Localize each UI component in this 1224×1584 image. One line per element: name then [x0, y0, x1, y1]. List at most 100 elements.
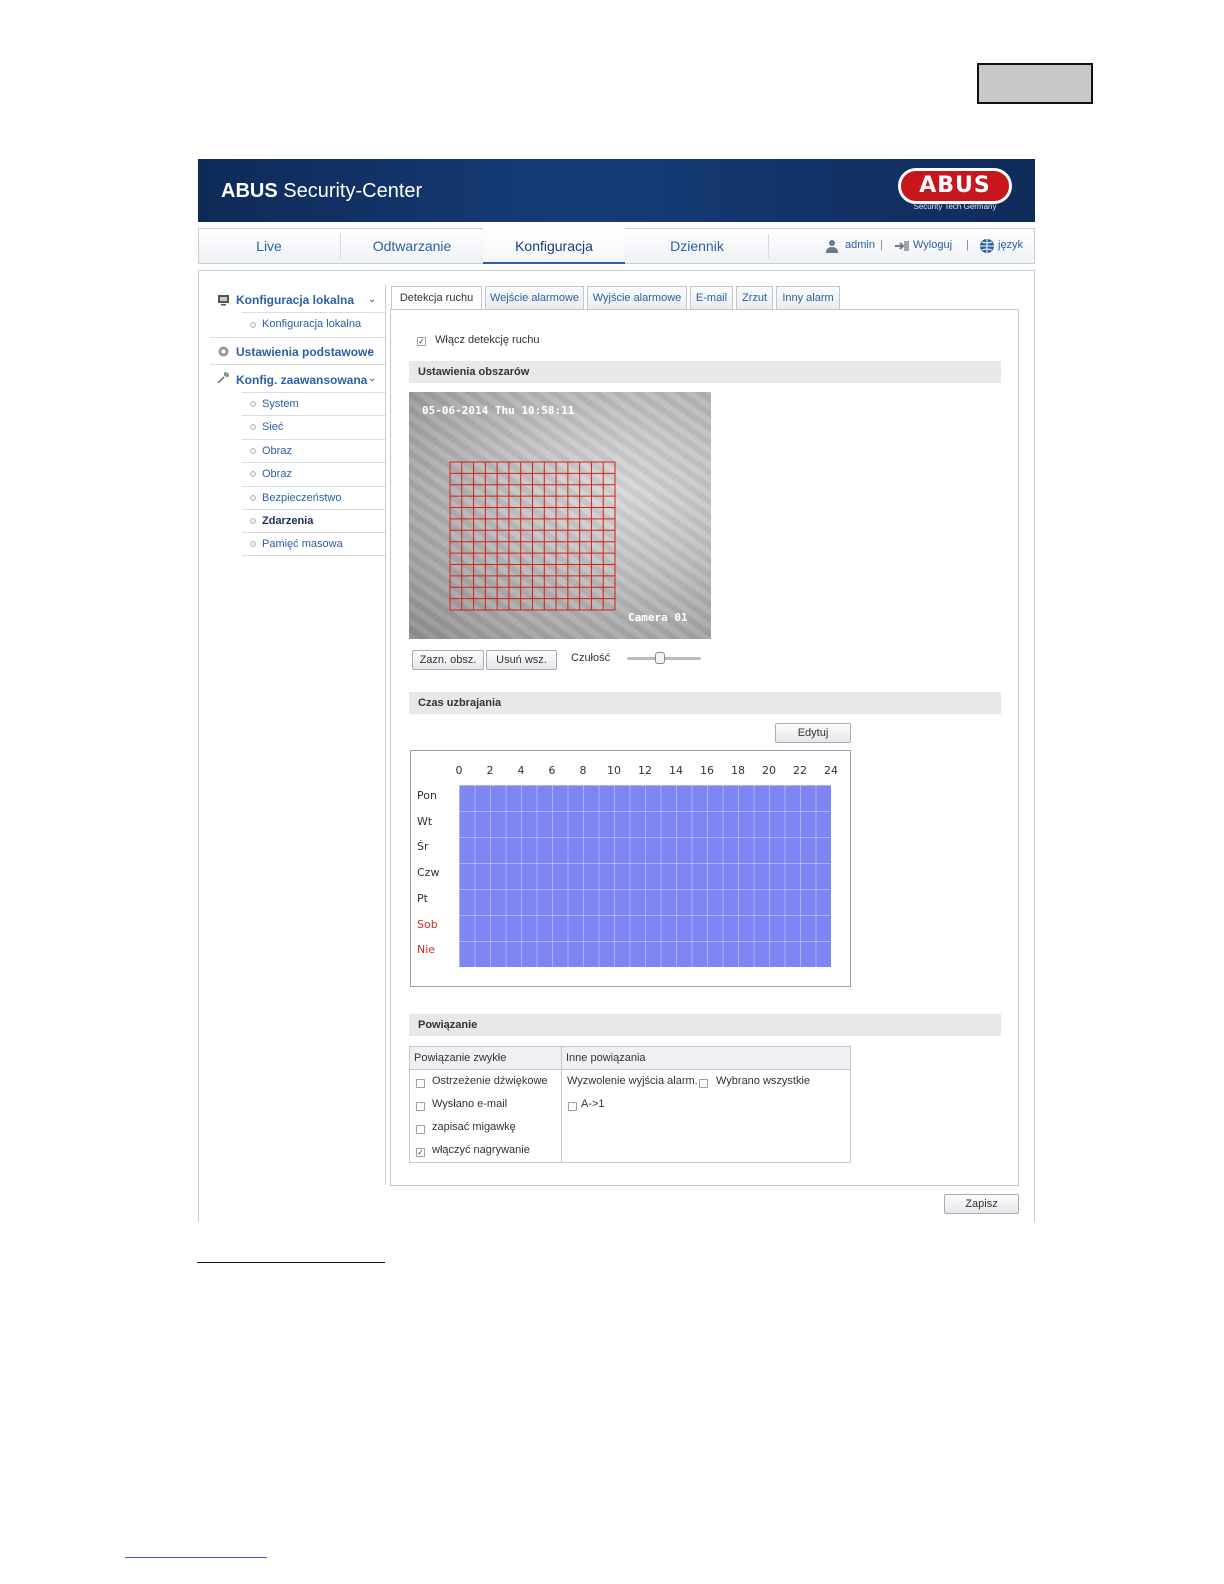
- output-a1-label: A->1: [581, 1098, 605, 1110]
- camera-name: Camera 01: [628, 611, 688, 624]
- globe-icon: [980, 239, 994, 253]
- monitor-icon: [218, 295, 229, 306]
- nav-divider: [768, 234, 769, 258]
- hour-label: 18: [731, 764, 745, 777]
- tab-alarm-output[interactable]: Wyjście alarmowe: [587, 286, 687, 309]
- audio-warning-checkbox[interactable]: [416, 1079, 425, 1088]
- select-all-label: Wybrano wszystkie: [716, 1075, 811, 1087]
- bullet-icon: [250, 518, 256, 524]
- schedule-grid[interactable]: [459, 785, 831, 967]
- nav-tab-playback[interactable]: Odtwarzanie: [341, 228, 483, 264]
- hour-label: 14: [669, 764, 683, 777]
- save-button[interactable]: Zapisz: [944, 1194, 1019, 1214]
- linkage-header: Powiązanie: [409, 1014, 1001, 1036]
- tab-other-alarm[interactable]: Inny alarm: [776, 286, 840, 309]
- logo-tagline: Security Tech Germany: [913, 202, 997, 211]
- record-checkbox[interactable]: ✓: [416, 1148, 425, 1157]
- footnote-rule: [197, 1262, 385, 1263]
- other-linkage-cell: Wyzwolenie wyjścia alarm. Wybrano wszyst…: [561, 1069, 851, 1163]
- tab-email[interactable]: E-mail: [690, 286, 733, 309]
- user-name[interactable]: admin: [845, 239, 875, 251]
- enable-motion-checkbox[interactable]: ✓: [417, 337, 426, 346]
- hour-label: 22: [793, 764, 807, 777]
- bullet-icon: [250, 448, 256, 454]
- user-sep: |: [880, 239, 883, 251]
- day-label-wed: Śr: [417, 840, 429, 853]
- corner-box: [977, 63, 1093, 104]
- nav-tab-configuration[interactable]: Konfiguracja: [483, 228, 625, 264]
- divider: [242, 415, 385, 416]
- sidebar-item-security[interactable]: Bezpieczeństwo: [262, 492, 342, 504]
- hour-label: 24: [824, 764, 838, 777]
- chevron-down-icon[interactable]: ⌄: [368, 373, 376, 384]
- day-label-fri: Pt: [417, 892, 428, 905]
- logout-icon: [895, 241, 909, 251]
- hour-label: 6: [548, 764, 556, 777]
- divider: [242, 392, 385, 393]
- nav-tab-log[interactable]: Dziennik: [626, 228, 768, 264]
- tab-snapshot[interactable]: Zrzut: [736, 286, 773, 309]
- sidebar-basic-settings[interactable]: Ustawienia podstawowe: [236, 345, 374, 359]
- logout-link[interactable]: Wyloguj: [913, 239, 952, 251]
- sensitivity-slider-thumb[interactable]: [655, 652, 666, 664]
- app-title: ABUS Security-Center: [221, 180, 423, 202]
- divider: [242, 462, 385, 463]
- user-icon: [826, 240, 838, 253]
- day-label-sun: Nie: [417, 943, 436, 956]
- sidebar-item-network[interactable]: Sieć: [262, 421, 283, 433]
- normal-linkage-cell: Ostrzeżenie dźwiękowe Wysłano e-mail zap…: [409, 1069, 562, 1163]
- select-all-checkbox[interactable]: [699, 1079, 708, 1088]
- linkage-col-normal: Powiązanie zwykłe: [409, 1046, 562, 1070]
- camera-preview[interactable]: 05-06-2014 Thu 10:58:11 Camera 01: [409, 392, 711, 639]
- footer-link-line: [125, 1557, 267, 1558]
- hour-label: 2: [486, 764, 494, 777]
- clear-all-button[interactable]: Usuń wsz.: [486, 650, 557, 670]
- hour-label: 8: [579, 764, 587, 777]
- sidebar-item-image-2[interactable]: Obraz: [262, 468, 292, 480]
- divider: [210, 364, 385, 365]
- sidebar-item-local-config[interactable]: Konfiguracja lokalna: [262, 318, 361, 330]
- divider: [242, 486, 385, 487]
- hour-label: 0: [455, 764, 463, 777]
- sidebar-item-image[interactable]: Obraz: [262, 445, 292, 457]
- sidebar-item-storage[interactable]: Pamięć masowa: [262, 538, 343, 550]
- bullet-icon: [250, 424, 256, 430]
- audio-warning-label: Ostrzeżenie dźwiękowe: [432, 1075, 548, 1087]
- chevron-down-icon[interactable]: ⌄: [368, 294, 376, 305]
- abus-logo: ABUS: [898, 168, 1012, 204]
- snapshot-checkbox[interactable]: [416, 1125, 425, 1134]
- hour-label: 16: [700, 764, 714, 777]
- divider: [242, 509, 385, 510]
- day-label-tue: Wt: [417, 815, 433, 828]
- bullet-icon: [250, 541, 256, 547]
- day-label-sat: Sob: [417, 918, 438, 931]
- sidebar-item-events[interactable]: Zdarzenia: [262, 515, 313, 527]
- bullet-icon: [250, 471, 256, 477]
- language-link[interactable]: język: [998, 239, 1023, 251]
- record-label: włączyć nagrywanie: [432, 1144, 530, 1156]
- edit-schedule-button[interactable]: Edytuj: [775, 723, 851, 743]
- day-label-thu: Czw: [417, 866, 440, 879]
- sidebar-divider: [385, 285, 386, 1185]
- sidebar-advanced-config[interactable]: Konfig. zaawansowana: [236, 373, 367, 387]
- user-sep: |: [966, 239, 969, 251]
- area-settings-header: Ustawienia obszarów: [409, 361, 1001, 383]
- sensitivity-label: Czułość: [571, 652, 611, 664]
- output-a1-checkbox[interactable]: [568, 1102, 577, 1111]
- motion-area-grid[interactable]: [449, 461, 616, 611]
- hour-label: 20: [762, 764, 776, 777]
- day-label-mon: Pon: [417, 789, 437, 802]
- draw-area-button[interactable]: Zazn. obsz.: [412, 650, 484, 670]
- bullet-icon: [250, 322, 256, 328]
- sidebar-item-system[interactable]: System: [262, 398, 299, 410]
- tab-motion-detection[interactable]: Detekcja ruchu: [391, 286, 482, 310]
- nav-tab-live[interactable]: Live: [198, 228, 340, 264]
- chevron-right-icon[interactable]: ›: [368, 345, 371, 356]
- send-email-checkbox[interactable]: [416, 1102, 425, 1111]
- hour-label: 12: [638, 764, 652, 777]
- divider: [242, 555, 385, 556]
- sidebar-local-config[interactable]: Konfiguracja lokalna: [236, 293, 354, 307]
- tab-alarm-input[interactable]: Wejście alarmowe: [485, 286, 584, 309]
- snapshot-label: zapisać migawkę: [432, 1121, 516, 1133]
- divider: [242, 439, 385, 440]
